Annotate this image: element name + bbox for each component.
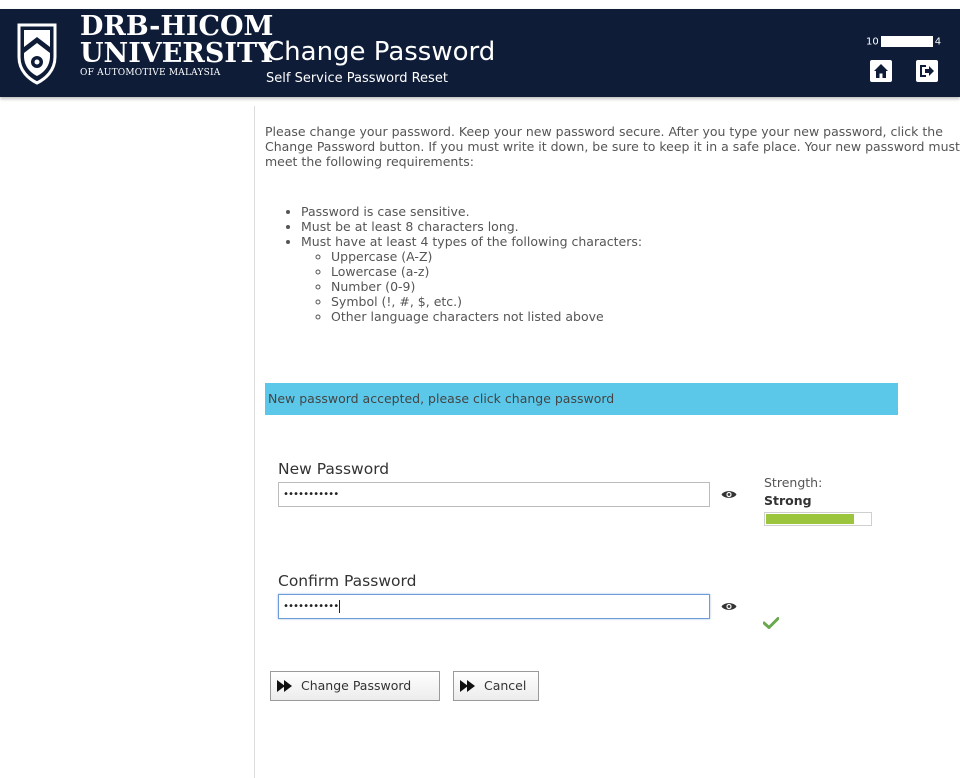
main-content: Please change your password. Keep your n… — [254, 106, 960, 778]
char-type-item: Symbol (!, #, $, etc.) — [331, 294, 642, 309]
strength-meter — [764, 512, 872, 526]
show-confirm-password-eye-icon[interactable] — [721, 601, 737, 612]
university-crest-icon — [17, 23, 57, 85]
home-button[interactable] — [870, 60, 892, 82]
strength-meter-fill — [766, 514, 854, 524]
strength-label: Strength: — [764, 475, 823, 490]
fast-forward-icon — [277, 680, 292, 692]
change-password-button-label: Change Password — [301, 678, 412, 693]
requirement-item: Must be at least 8 characters long. — [301, 219, 642, 234]
user-id: 10 4 — [866, 36, 941, 48]
fast-forward-icon — [460, 680, 475, 692]
new-password-input[interactable]: ••••••••••• — [278, 482, 710, 507]
home-icon — [874, 64, 888, 78]
user-id-prefix: 10 — [866, 36, 879, 48]
university-name-line1: DRB-HICOM — [80, 11, 274, 42]
app-subtitle: Self Service Password Reset — [266, 71, 448, 86]
user-id-suffix: 4 — [934, 36, 942, 48]
char-type-item: Other language characters not listed abo… — [331, 309, 642, 324]
char-type-item: Number (0-9) — [331, 279, 642, 294]
confirm-password-value: ••••••••••• — [283, 601, 339, 612]
intro-text: Please change your password. Keep your n… — [265, 124, 960, 169]
new-password-label: New Password — [278, 460, 390, 478]
show-new-password-eye-icon[interactable] — [721, 489, 737, 500]
header-bar: DRB-HICOM UNIVERSITY OF AUTOMOTIVE MALAY… — [0, 9, 960, 97]
confirm-password-label: Confirm Password — [278, 572, 417, 590]
logout-button[interactable] — [916, 60, 938, 82]
status-banner: New password accepted, please click chan… — [265, 383, 898, 415]
char-type-item: Uppercase (A-Z) — [331, 249, 642, 264]
char-types-list: Uppercase (A-Z) Lowercase (a-z) Number (… — [301, 249, 642, 324]
confirm-password-input[interactable]: ••••••••••• — [278, 594, 710, 619]
text-caret — [339, 599, 341, 613]
requirements-list: Password is case sensitive. Must be at l… — [283, 204, 642, 324]
user-id-redaction — [880, 36, 933, 47]
char-type-item: Lowercase (a-z) — [331, 264, 642, 279]
cancel-button[interactable]: Cancel — [453, 671, 539, 701]
logout-icon — [920, 65, 934, 77]
university-name: DRB-HICOM UNIVERSITY OF AUTOMOTIVE MALAY… — [80, 13, 276, 79]
strength-value: Strong — [764, 493, 812, 508]
requirement-item: Password is case sensitive. — [301, 204, 642, 219]
university-name-line2: UNIVERSITY — [80, 38, 277, 69]
new-password-value: ••••••••••• — [283, 489, 339, 500]
checkmark-icon — [763, 617, 779, 629]
cancel-button-label: Cancel — [484, 678, 527, 693]
change-password-button[interactable]: Change Password — [270, 671, 440, 701]
requirement-text: Must have at least 4 types of the follow… — [301, 234, 643, 249]
app-title: Change Password — [266, 37, 496, 67]
requirement-item: Must have at least 4 types of the follow… — [301, 234, 642, 324]
page-header: DRB-HICOM UNIVERSITY OF AUTOMOTIVE MALAY… — [0, 0, 960, 100]
